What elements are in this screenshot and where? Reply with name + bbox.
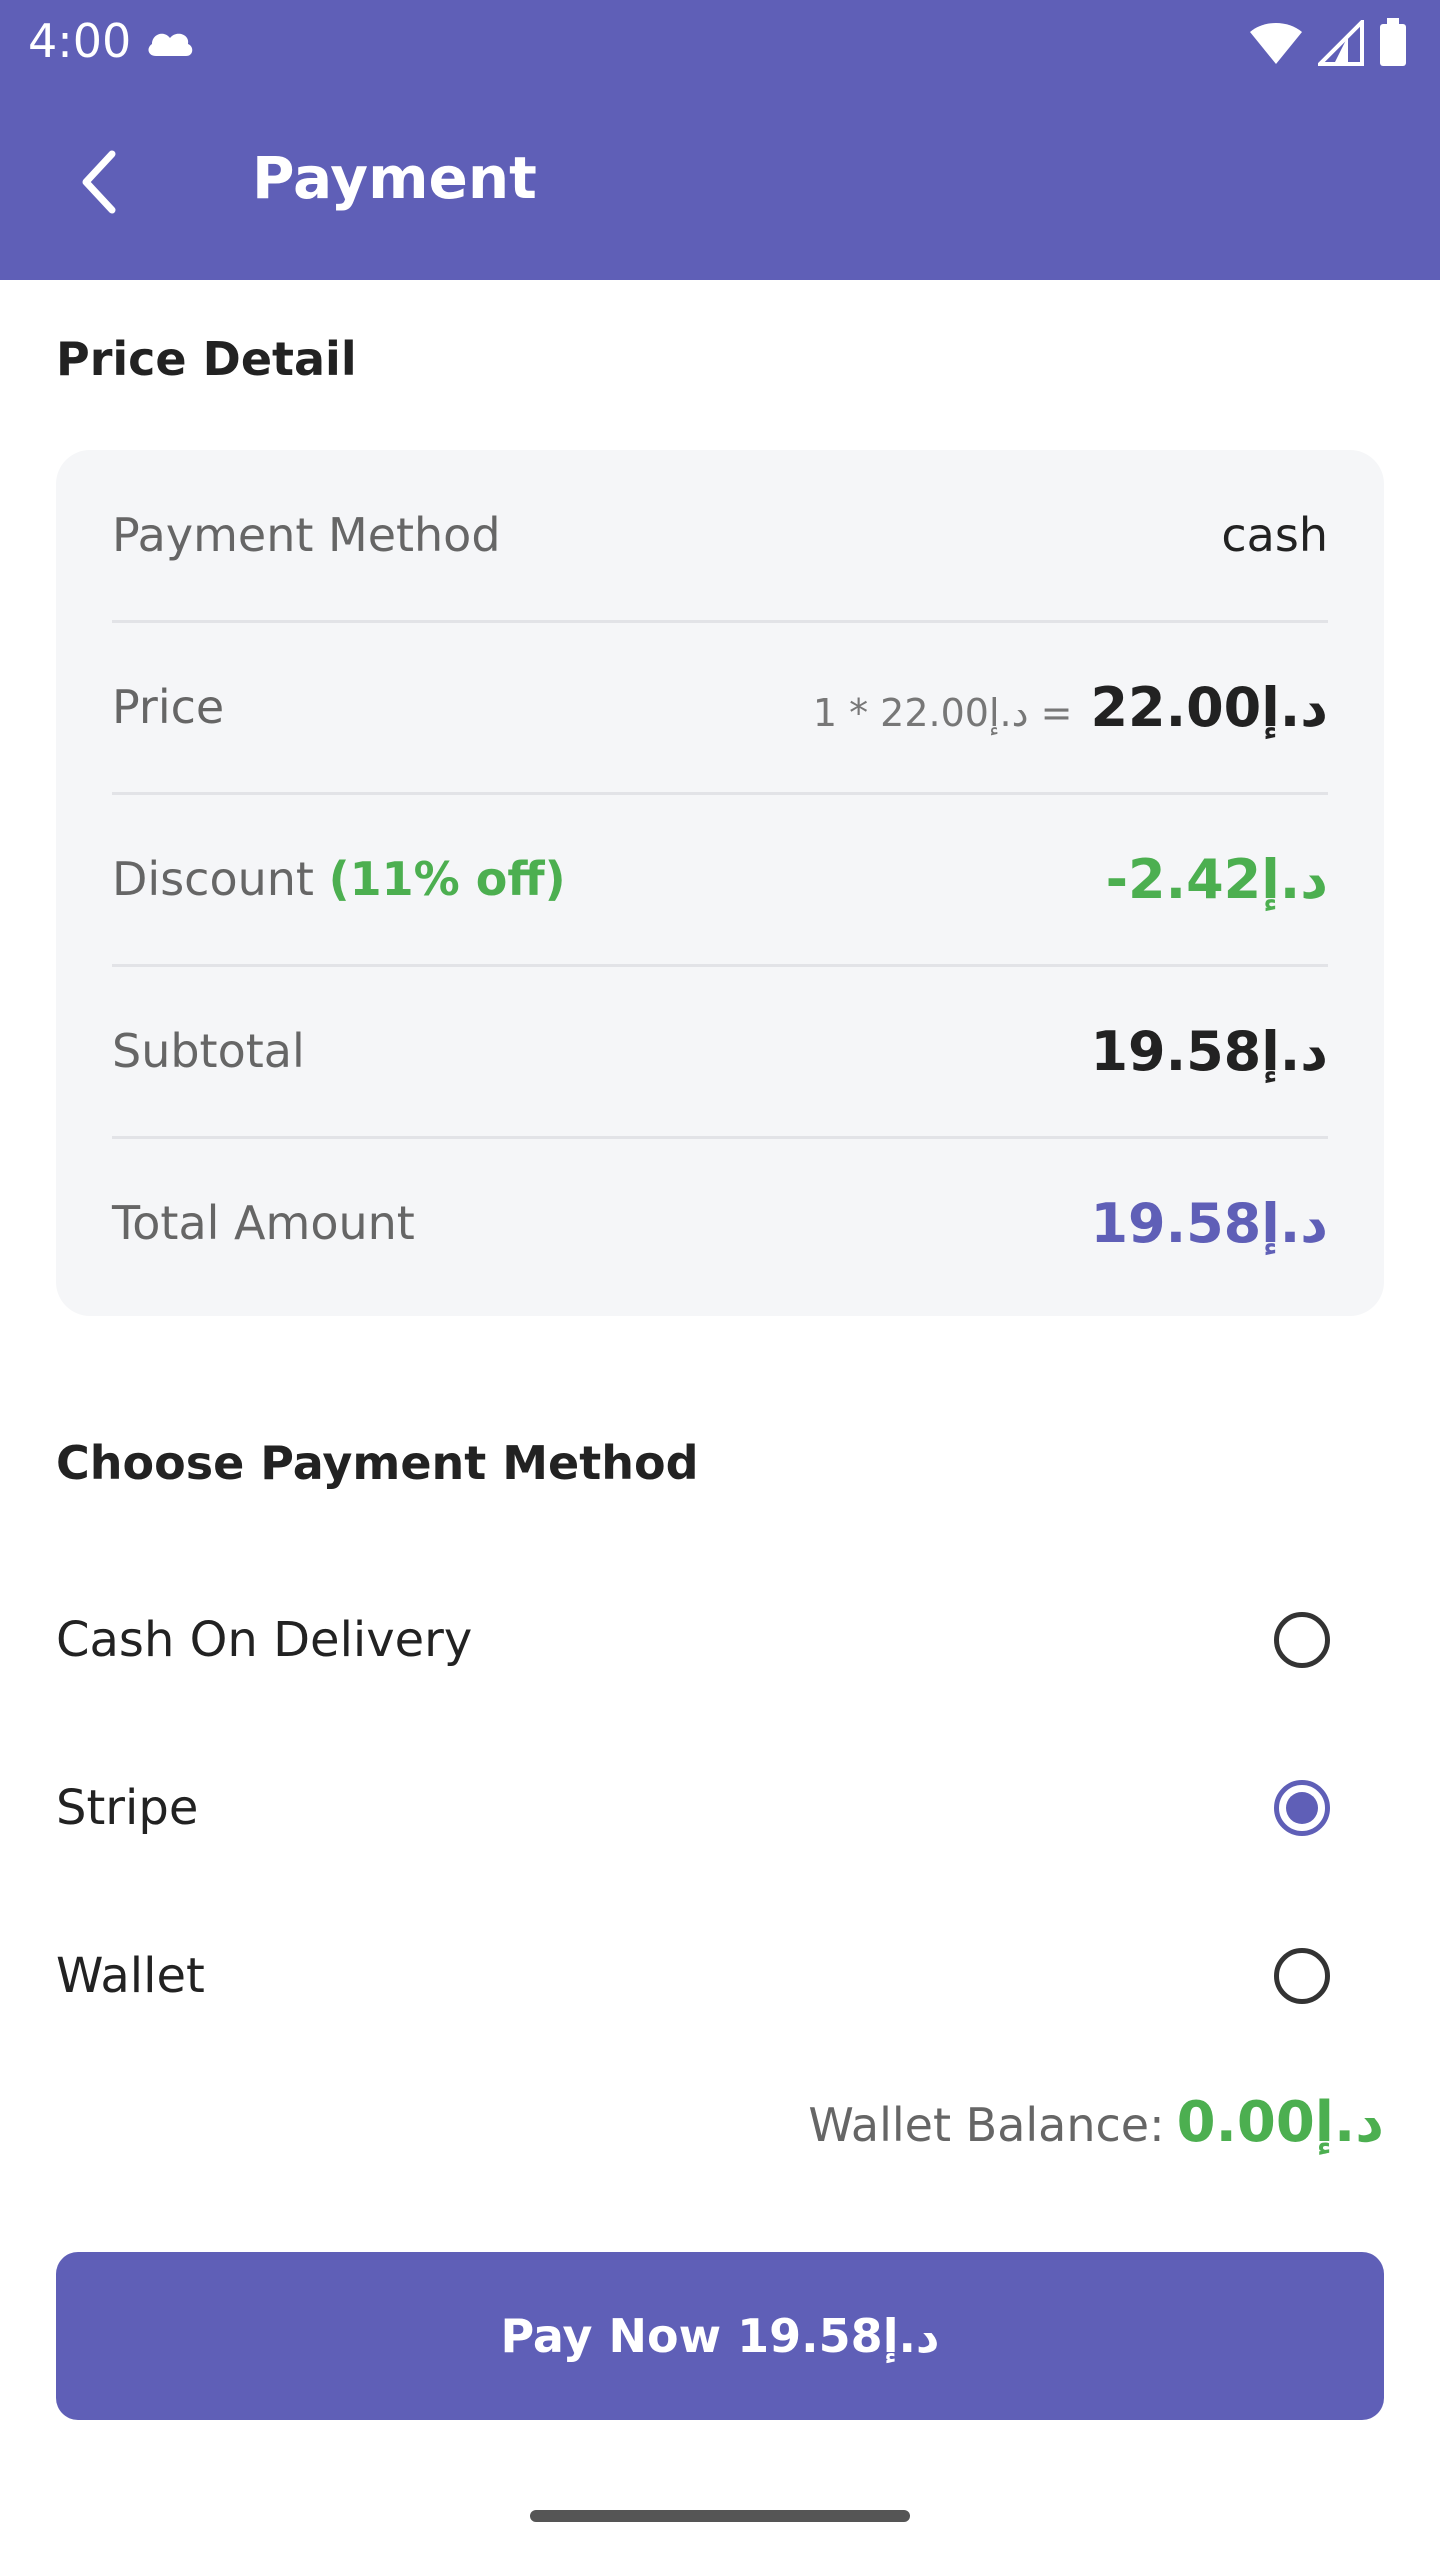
price-calc: 1 * د.إ22.00 = xyxy=(812,690,1073,735)
wallet-balance: Wallet Balance: د.إ0.00 xyxy=(808,2090,1384,2155)
payment-method-value: cash xyxy=(1221,508,1328,562)
subtotal-label: Subtotal xyxy=(112,1024,305,1078)
cloud-icon xyxy=(144,24,196,62)
discount-badge: (11% off) xyxy=(328,852,566,906)
payment-option-wallet[interactable]: Wallet xyxy=(56,1916,1384,2036)
payment-method-title: Choose Payment Method xyxy=(56,1436,699,1490)
payment-option-label: Wallet xyxy=(56,1948,205,2004)
chevron-left-icon xyxy=(62,150,142,226)
payment-option-label: Cash On Delivery xyxy=(56,1612,473,1668)
wifi-icon xyxy=(1248,20,1304,70)
wallet-balance-label: Wallet Balance: xyxy=(808,2098,1165,2152)
signal-icon xyxy=(1315,17,1364,70)
radio-button[interactable] xyxy=(1274,1612,1330,1668)
discount-row: Discount (11% off) -2.42د.إ xyxy=(112,794,1328,967)
discount-label: Discount xyxy=(112,852,314,906)
status-bar: 4:00 xyxy=(0,0,1440,84)
discount-value: -2.42د.إ xyxy=(1105,847,1328,911)
payment-option-label: Stripe xyxy=(56,1780,199,1836)
payment-option-cash-on-delivery[interactable]: Cash On Delivery xyxy=(56,1580,1384,1700)
price-detail-title: Price Detail xyxy=(56,332,357,386)
total-amount-row: Total Amount د.إ19.58 xyxy=(112,1138,1328,1308)
wallet-balance-value: د.إ0.00 xyxy=(1176,2090,1384,2155)
battery-icon xyxy=(1378,18,1408,72)
price-detail-card: Payment Method cash Price 1 * د.إ22.00 =… xyxy=(56,450,1384,1316)
total-amount-label: Total Amount xyxy=(112,1196,415,1250)
page-title: Payment xyxy=(252,144,537,212)
radio-button-selected[interactable] xyxy=(1274,1780,1330,1836)
status-icons xyxy=(1248,17,1408,72)
status-time: 4:00 xyxy=(28,14,132,68)
payment-method-row: Payment Method cash xyxy=(112,450,1328,623)
payment-method-label: Payment Method xyxy=(112,508,501,562)
price-row: Price 1 * د.إ22.00 = د.إ22.00 xyxy=(112,622,1328,795)
subtotal-row: Subtotal د.إ19.58 xyxy=(112,966,1328,1139)
radio-dot xyxy=(1286,1792,1318,1824)
pay-now-label: Pay Now د.إ19.58 xyxy=(500,2309,940,2363)
price-label: Price xyxy=(112,680,225,734)
pay-now-button[interactable]: Pay Now د.إ19.58 xyxy=(56,2252,1384,2420)
radio-button[interactable] xyxy=(1274,1948,1330,2004)
app-bar: Payment xyxy=(0,84,1440,280)
payment-option-stripe[interactable]: Stripe xyxy=(56,1748,1384,1868)
back-button[interactable] xyxy=(62,142,142,222)
total-amount-value: د.إ19.58 xyxy=(1090,1191,1328,1255)
subtotal-value: د.إ19.58 xyxy=(1090,1019,1328,1083)
price-value: د.إ22.00 xyxy=(1090,675,1328,739)
home-indicator[interactable] xyxy=(530,2510,910,2522)
